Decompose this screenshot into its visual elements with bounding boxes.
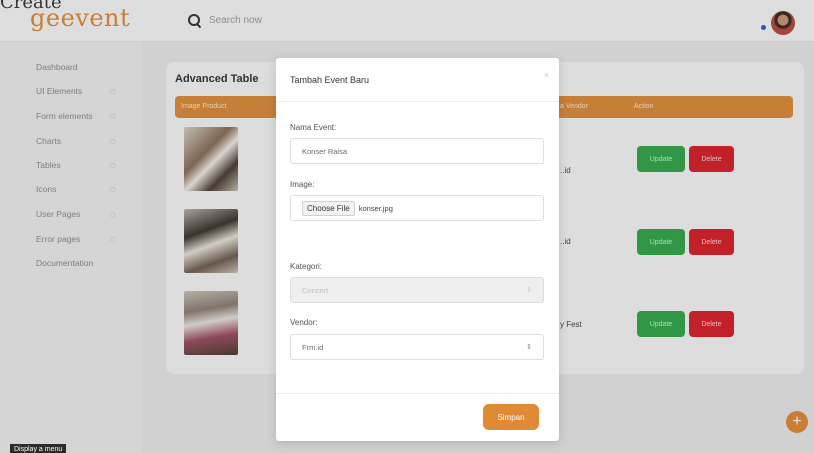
selected-file-name: konser.jpg [358, 203, 393, 213]
category-select-value: Concert [302, 285, 329, 295]
close-icon[interactable]: × [544, 70, 549, 80]
choose-file-button[interactable]: Choose File [302, 200, 355, 216]
select-arrows-icon: ⇕ [526, 344, 532, 351]
modal-title: Tambah Event Baru [290, 75, 370, 85]
category-select[interactable]: Concert ⇕ [290, 277, 544, 303]
select-arrows-icon: ⇕ [526, 287, 532, 294]
add-event-modal: Tambah Event Baru × Nama Event: Konser R… [276, 58, 559, 441]
status-tooltip: Display a menu [10, 444, 67, 453]
vendor-label: Vendor: [290, 318, 318, 327]
crop-caption-text: Create [0, 0, 62, 13]
category-label: Kategori: [290, 262, 323, 271]
save-button[interactable]: Simpan [483, 404, 539, 430]
image-label: Image: [290, 180, 315, 189]
event-name-input[interactable]: Konser Raisa [290, 138, 544, 164]
modal-header-divider [276, 101, 559, 102]
vendor-select-value: Frm.id [302, 342, 324, 352]
image-file-input[interactable]: Choose File konser.jpg [290, 195, 544, 221]
vendor-select[interactable]: Frm.id ⇕ [290, 334, 544, 360]
event-name-label: Nama Event: [290, 123, 337, 132]
modal-footer-divider [276, 393, 559, 394]
